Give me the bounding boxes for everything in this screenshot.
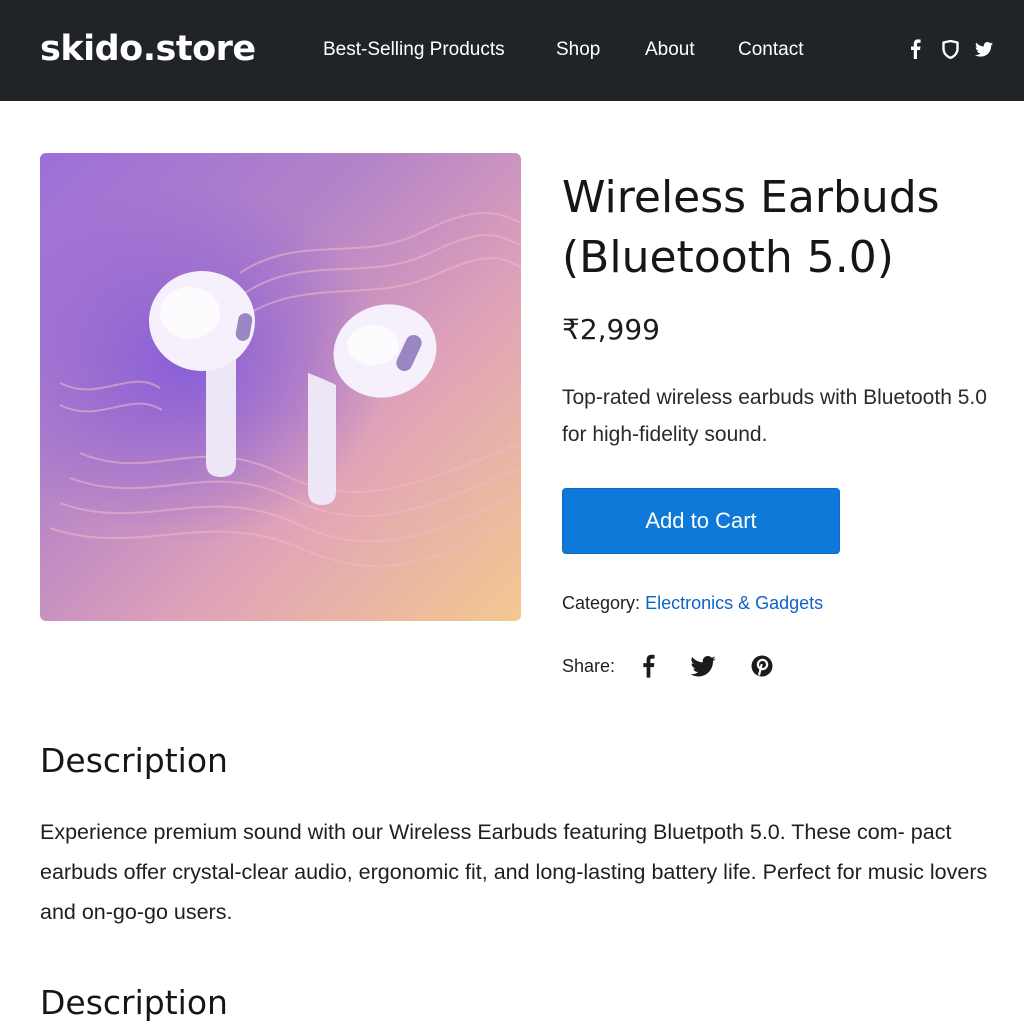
shield-icon[interactable]: [941, 38, 959, 60]
category-label: Category:: [562, 593, 641, 613]
product-image[interactable]: [40, 153, 521, 621]
product-price: ₹2,999: [562, 313, 660, 346]
product-title: Wireless Earbuds (Bluetooth 5.0): [562, 172, 940, 283]
nav-shop[interactable]: Shop: [556, 36, 600, 64]
twitter-icon[interactable]: [975, 38, 993, 60]
product-short-description: Top-rated wireless earbuds with Bluetoot…: [562, 386, 987, 446]
nav-contact[interactable]: Contact: [738, 36, 803, 64]
description-heading: Description: [40, 741, 228, 780]
nav-about[interactable]: About: [645, 36, 695, 64]
add-to-cart-button[interactable]: Add to Cart: [562, 488, 840, 554]
share-label: Share:: [562, 656, 616, 676]
site-logo[interactable]: skido.store: [40, 27, 256, 71]
description-body: Experience premium sound with our Wirele…: [40, 820, 988, 924]
facebook-icon[interactable]: [635, 650, 661, 682]
earbuds-illustration: [49, 212, 521, 568]
nav-best-selling-products[interactable]: Best-Selling Products: [323, 36, 505, 64]
product-category: Category: Electronics & Gadgets: [562, 590, 823, 616]
twitter-icon[interactable]: [690, 650, 716, 682]
pinterest-icon[interactable]: [749, 650, 775, 682]
facebook-icon[interactable]: [906, 38, 924, 60]
description-heading-secondary: Description: [40, 983, 228, 1022]
site-header: skido.store Best-Selling Products Shop A…: [0, 0, 1024, 101]
category-link[interactable]: Electronics & Gadgets: [645, 593, 823, 613]
